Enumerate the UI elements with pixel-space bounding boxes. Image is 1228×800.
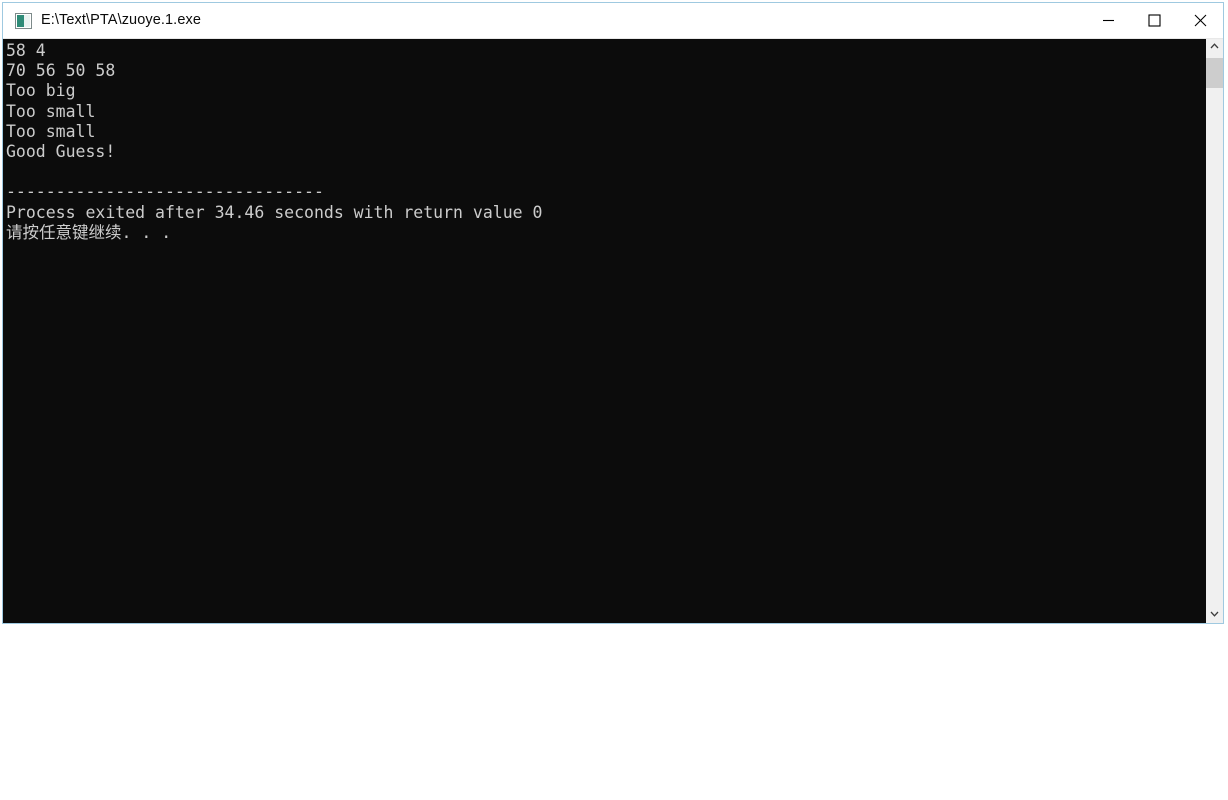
maximize-icon [1147, 14, 1161, 27]
title-bar[interactable]: E:\Text\PTA\zuoye.1.exe [3, 3, 1223, 39]
close-icon [1194, 14, 1207, 27]
minimize-icon [1102, 14, 1115, 27]
scroll-down-button[interactable] [1206, 606, 1223, 623]
scrollbar-thumb[interactable] [1206, 58, 1223, 88]
console-output-text: 58 4 70 56 50 58 Too big Too small Too s… [6, 41, 543, 242]
window-title: E:\Text\PTA\zuoye.1.exe [41, 12, 201, 28]
chevron-down-icon [1209, 607, 1220, 622]
console-window: E:\Text\PTA\zuoye.1.exe 58 4 70 56 50 58… [2, 2, 1224, 624]
scrollbar-track[interactable] [1206, 56, 1223, 606]
maximize-button[interactable] [1131, 3, 1177, 38]
close-button[interactable] [1177, 3, 1223, 38]
console-app-icon [15, 12, 32, 29]
vertical-scrollbar[interactable] [1205, 39, 1223, 623]
minimize-button[interactable] [1085, 3, 1131, 38]
console-output-area[interactable]: 58 4 70 56 50 58 Too big Too small Too s… [3, 39, 1205, 623]
scroll-up-button[interactable] [1206, 39, 1223, 56]
window-controls [1085, 3, 1223, 38]
console-body: 58 4 70 56 50 58 Too big Too small Too s… [3, 39, 1223, 623]
chevron-up-icon [1209, 40, 1220, 55]
